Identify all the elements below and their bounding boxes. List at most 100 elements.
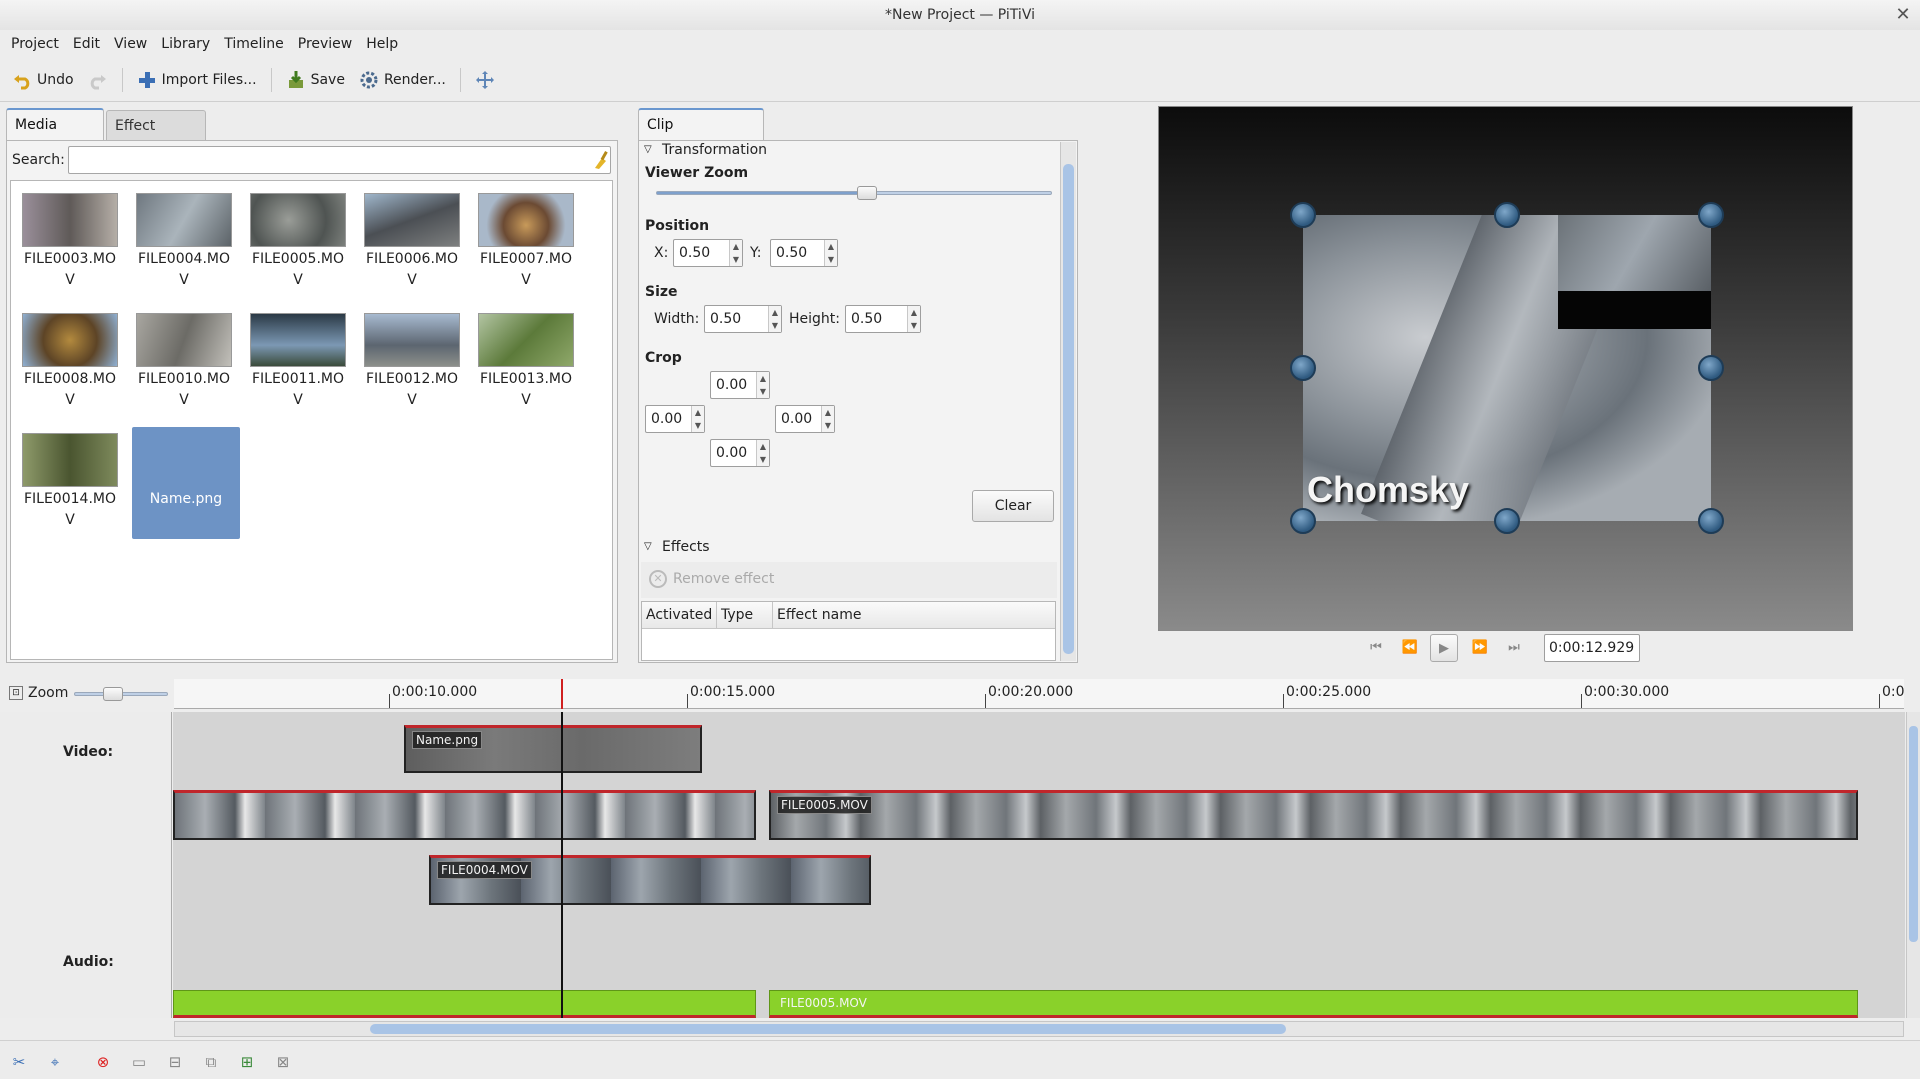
media-item[interactable]: FILE0004.MO V	[135, 193, 233, 291]
search-input[interactable]	[68, 146, 611, 174]
resize-handle-top[interactable]	[1494, 202, 1520, 228]
resize-handle-bottom-left[interactable]	[1290, 508, 1316, 534]
keyframe-icon[interactable]: ⌖	[44, 1051, 66, 1073]
close-window-button[interactable]: ✕	[1890, 2, 1916, 28]
menu-preview[interactable]: Preview	[291, 30, 360, 58]
scrollbar-thumb[interactable]	[1063, 164, 1074, 654]
remove-effect-button[interactable]: ✕ Remove effect	[649, 570, 774, 588]
go-to-end-icon[interactable]: ⏭	[1500, 634, 1528, 662]
column-effect-name[interactable]: Effect name	[772, 602, 861, 629]
scrollbar-thumb[interactable]	[1909, 726, 1918, 942]
crop-bottom-spinner[interactable]: 0.00 ▲ ▼	[710, 439, 770, 467]
audio-clip[interactable]	[173, 990, 756, 1018]
viewer-zoom-slider[interactable]	[656, 186, 1052, 200]
scrollbar-thumb[interactable]	[370, 1024, 1286, 1034]
menu-view[interactable]: View	[107, 30, 154, 58]
media-item[interactable]: FILE0003.MO V	[21, 193, 119, 291]
position-y-spinner[interactable]: 0.50 ▲ ▼	[770, 239, 838, 267]
tab-clip-configuration[interactable]: Clip configuration	[638, 108, 764, 163]
link-icon[interactable]: ⊟	[164, 1051, 186, 1073]
go-to-start-icon[interactable]: ⏮	[1362, 634, 1390, 662]
tab-effect-library[interactable]: Effect Library	[106, 110, 206, 164]
clear-button[interactable]: Clear	[972, 490, 1054, 522]
media-item[interactable]: FILE0007.MO V	[477, 193, 575, 291]
crop-right-spinner[interactable]: 0.00 ▲ ▼	[775, 405, 835, 433]
save-button[interactable]: Save	[280, 65, 351, 95]
video-clip[interactable]: FILE0004.MOV	[429, 855, 871, 905]
resize-handle-right[interactable]	[1698, 355, 1724, 381]
resize-handle-top-right[interactable]	[1698, 202, 1724, 228]
split-icon[interactable]: ✂	[8, 1051, 30, 1073]
video-viewer[interactable]: Chomsky	[1158, 106, 1853, 631]
clip-config-scrollbar[interactable]	[1060, 142, 1076, 661]
rewind-icon[interactable]: ⏪	[1396, 634, 1424, 662]
media-item[interactable]: FILE0012.MO V	[363, 313, 461, 411]
timeline-ruler[interactable]: 0:00:10.000 0:00:15.000 0:00:20.000 0:00…	[174, 679, 1905, 709]
media-item-selected[interactable]: Name.png	[132, 427, 240, 539]
position-x-spinner[interactable]: 0.50 ▲ ▼	[673, 239, 743, 267]
media-item[interactable]: FILE0013.MO V	[477, 313, 575, 411]
tab-media-library[interactable]: Media Library	[6, 108, 104, 163]
playhead[interactable]	[561, 712, 563, 1018]
video-clip[interactable]	[173, 790, 756, 840]
timeline-zoom-handle[interactable]	[102, 687, 123, 701]
audio-clip[interactable]: FILE0005.MOV	[769, 990, 1858, 1018]
spinner-arrows-icon[interactable]: ▲ ▼	[824, 240, 837, 266]
transformation-expander[interactable]: Transformation	[662, 142, 767, 158]
effects-expander[interactable]: Effects	[662, 539, 710, 555]
menu-timeline[interactable]: Timeline	[217, 30, 291, 58]
delete-icon[interactable]: ⊗	[92, 1051, 114, 1073]
unlink-icon[interactable]: ▭	[128, 1051, 150, 1073]
crop-top-spinner[interactable]: 0.00 ▲ ▼	[710, 371, 770, 399]
spinner-arrows-icon[interactable]: ▲ ▼	[756, 440, 769, 466]
spinner-arrows-icon[interactable]: ▲ ▼	[768, 306, 781, 332]
width-spinner[interactable]: 0.50 ▲ ▼	[704, 305, 782, 333]
resize-handle-left[interactable]	[1290, 355, 1316, 381]
media-item[interactable]: FILE0014.MO V	[21, 433, 119, 531]
video-clip[interactable]: FILE0005.MOV	[769, 790, 1858, 840]
timeline-canvas[interactable]: Name.png FILE0005.MOV FILE0004.MOV FILE0…	[173, 712, 1905, 1018]
spinner-arrows-icon[interactable]: ▲ ▼	[821, 406, 834, 432]
zoom-fit-icon[interactable]: ⊡	[9, 686, 23, 700]
resize-handle-bottom[interactable]	[1494, 508, 1520, 534]
spinner-arrows-icon[interactable]: ▲ ▼	[691, 406, 704, 432]
redo-button[interactable]	[82, 65, 114, 95]
media-item[interactable]: FILE0011.MO V	[249, 313, 347, 411]
spinner-arrows-icon[interactable]: ▲ ▼	[907, 306, 920, 332]
timecode-field[interactable]: 0:00:12.929	[1544, 634, 1640, 662]
resize-handle-top-left[interactable]	[1290, 202, 1316, 228]
media-item[interactable]: FILE0006.MO V	[363, 193, 461, 291]
viewer-zoom-slider-handle[interactable]	[856, 186, 877, 200]
expander-down-icon[interactable]: ▽	[644, 541, 652, 552]
menu-library[interactable]: Library	[154, 30, 217, 58]
ungroup-icon[interactable]: ⧉	[200, 1051, 222, 1073]
spinner-arrows-icon[interactable]: ▲ ▼	[729, 240, 742, 266]
menu-help[interactable]: Help	[359, 30, 405, 58]
crop-left-spinner[interactable]: 0.00 ▲ ▼	[645, 405, 705, 433]
ruler-playhead-marker[interactable]	[561, 679, 563, 709]
timeline-zoom-slider[interactable]	[74, 687, 168, 701]
height-spinner[interactable]: 0.50 ▲ ▼	[845, 305, 921, 333]
timeline-horizontal-scrollbar[interactable]	[174, 1021, 1904, 1037]
title-clip[interactable]: Name.png	[404, 725, 702, 773]
fullscreen-button[interactable]	[469, 65, 501, 95]
import-files-button[interactable]: Import Files...	[131, 65, 263, 95]
menu-project[interactable]: Project	[4, 30, 66, 58]
play-icon[interactable]: ▶	[1430, 634, 1458, 662]
media-item[interactable]: FILE0005.MO V	[249, 193, 347, 291]
media-item[interactable]: FILE0010.MO V	[135, 313, 233, 411]
timeline-vertical-scrollbar[interactable]	[1906, 712, 1920, 1018]
resize-handle-bottom-right[interactable]	[1698, 508, 1724, 534]
expander-down-icon[interactable]: ▽	[644, 144, 652, 155]
render-button[interactable]: Render...	[353, 65, 452, 95]
column-type[interactable]: Type	[716, 602, 753, 629]
media-item[interactable]: FILE0008.MO V	[21, 313, 119, 411]
effects-list[interactable]: Activated Type Effect name	[641, 601, 1056, 661]
spinner-arrows-icon[interactable]: ▲ ▼	[756, 372, 769, 398]
clear-search-icon[interactable]	[592, 150, 610, 170]
fast-forward-icon[interactable]: ⏩	[1466, 634, 1494, 662]
column-activated[interactable]: Activated	[646, 602, 712, 629]
undo-button[interactable]: Undo	[6, 65, 80, 95]
align-icon[interactable]: ⊠	[272, 1051, 294, 1073]
group-icon[interactable]: ⊞	[236, 1051, 258, 1073]
